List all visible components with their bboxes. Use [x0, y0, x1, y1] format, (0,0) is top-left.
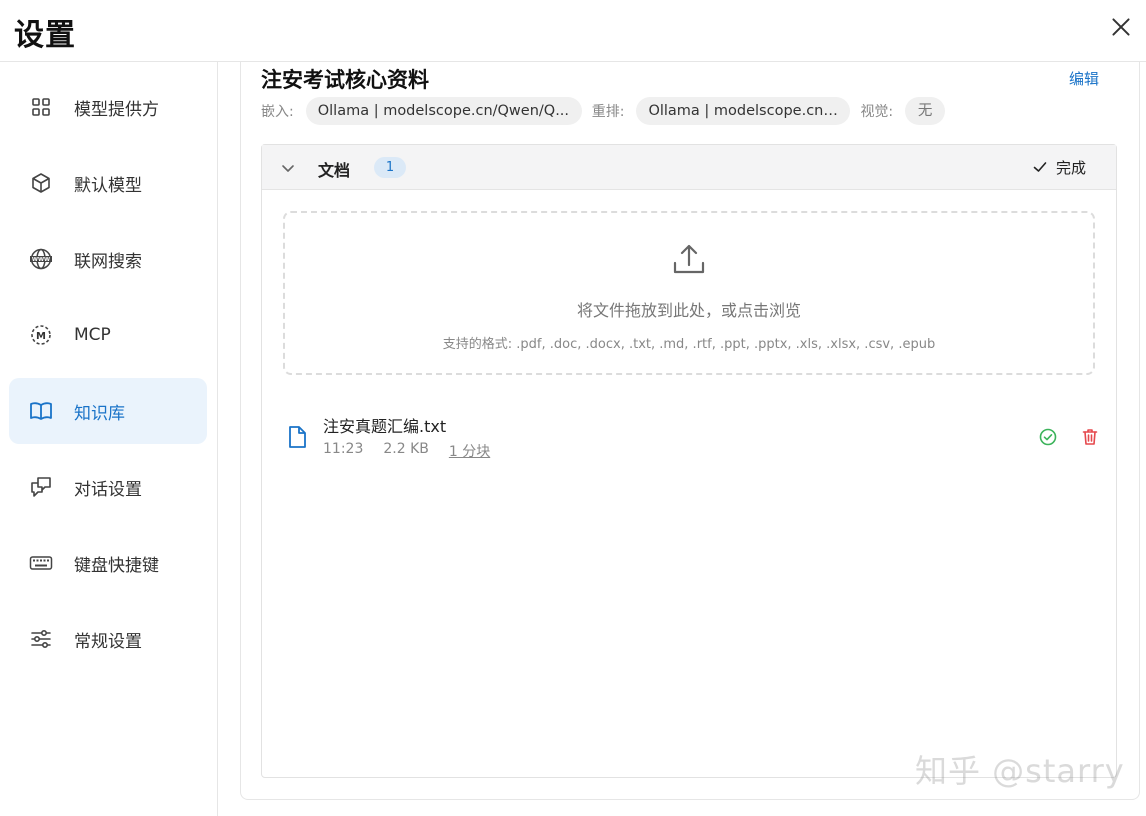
settings-sidebar: 模型提供方 默认模型 WWW 联网搜索 M MCP 知识库 对话设置 键盘快捷键… [0, 62, 218, 816]
done-button[interactable]: 完成 [1032, 155, 1086, 179]
sidebar-item-web-search[interactable]: WWW 联网搜索 [9, 226, 207, 292]
watermark: 知乎 @starry [915, 752, 1125, 790]
model-meta-row: 嵌入: Ollama | modelscope.cn/Qwen/Q... 重排:… [261, 96, 955, 126]
svg-text:WWW: WWW [32, 257, 50, 263]
knowledge-base-detail: 注安考试核心资料 编辑 嵌入: Ollama | modelscope.cn/Q… [240, 62, 1140, 800]
rerank-label: 重排: [591, 104, 625, 120]
embed-label: 嵌入: [261, 104, 294, 120]
sidebar-item-model-provider[interactable]: 模型提供方 [9, 74, 207, 140]
list-item: 注安真题汇编.txt 11:23 2.2 KB 1 分块 [282, 411, 1098, 465]
sidebar-item-label: 常规设置 [74, 631, 142, 652]
trash-icon[interactable] [1080, 427, 1100, 447]
svg-text:M: M [36, 331, 46, 342]
sidebar-item-label: 联网搜索 [74, 251, 142, 272]
sidebar-item-keyboard-shortcuts[interactable]: 键盘快捷键 [9, 530, 207, 596]
close-icon[interactable] [1108, 14, 1134, 40]
documents-count-badge: 1 [374, 157, 406, 178]
check-circle-icon [1039, 428, 1057, 446]
sidebar-item-knowledge-base[interactable]: 知识库 [9, 378, 207, 444]
grid-icon [29, 95, 53, 119]
documents-title: 文档 [318, 161, 351, 180]
chevron-down-icon[interactable] [279, 159, 297, 177]
sidebar-item-chat-settings[interactable]: 对话设置 [9, 454, 207, 520]
file-icon [289, 426, 306, 448]
mcp-icon: M [29, 323, 53, 347]
vision-model-pill: 无 [905, 97, 946, 125]
chat-icon [29, 475, 53, 499]
book-icon [29, 399, 53, 423]
documents-panel: 文档 1 完成 将文件拖放到此处，或点击浏览 支持的格式: .pdf, .doc… [261, 144, 1117, 778]
upload-icon [673, 244, 705, 274]
file-time: 11:23 [323, 441, 364, 457]
sidebar-item-general-settings[interactable]: 常规设置 [9, 606, 207, 672]
globe-www-icon: WWW [29, 247, 53, 271]
dialog-header: 设置 [0, 0, 1146, 62]
documents-panel-header[interactable]: 文档 1 完成 [262, 145, 1116, 190]
cube-icon [29, 171, 53, 195]
dropzone-supported-formats: 支持的格式: .pdf, .doc, .docx, .txt, .md, .rt… [442, 337, 936, 352]
sidebar-item-label: 键盘快捷键 [74, 555, 159, 576]
file-size: 2.2 KB [383, 441, 429, 457]
sidebar-item-label: 知识库 [74, 403, 125, 424]
sidebar-item-label: 模型提供方 [74, 99, 159, 120]
sliders-icon [29, 627, 53, 651]
check-icon [1033, 162, 1047, 172]
rerank-model-pill: Ollama | modelscope.cn/... [636, 97, 851, 125]
vision-label: 视觉: [860, 104, 894, 120]
sidebar-item-label: MCP [74, 325, 111, 345]
embed-model-pill: Ollama | modelscope.cn/Qwen/Q... [305, 97, 582, 125]
sidebar-item-mcp[interactable]: M MCP [9, 302, 207, 368]
file-chunks-link[interactable]: 1 分块 [449, 441, 490, 461]
sidebar-item-default-model[interactable]: 默认模型 [9, 150, 207, 216]
keyboard-icon [29, 551, 53, 575]
dialog-title: 设置 [14, 18, 76, 53]
sidebar-item-label: 默认模型 [74, 175, 142, 196]
file-meta: 11:23 2.2 KB 1 分块 [323, 441, 510, 461]
sidebar-item-label: 对话设置 [74, 479, 142, 500]
done-label: 完成 [1055, 158, 1086, 177]
knowledge-base-title: 注安考试核心资料 [261, 68, 429, 92]
dropzone-instruction: 将文件拖放到此处，或点击浏览 [576, 301, 801, 320]
edit-button[interactable]: 编辑 [1069, 68, 1099, 89]
file-dropzone[interactable]: 将文件拖放到此处，或点击浏览 支持的格式: .pdf, .doc, .docx,… [283, 211, 1095, 375]
file-name: 注安真题汇编.txt [323, 417, 447, 436]
